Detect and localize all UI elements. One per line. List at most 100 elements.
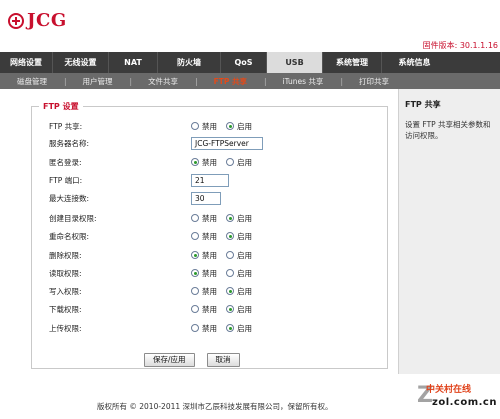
enable-radio[interactable] bbox=[226, 214, 234, 222]
field-label: 服务器名称: bbox=[49, 138, 90, 148]
enable-radio[interactable] bbox=[226, 324, 234, 332]
nav-item-2[interactable]: NAT bbox=[109, 52, 157, 73]
zol-watermark: Z 中关村在线 zol.com.cn bbox=[417, 379, 498, 415]
radio-group: 禁用 启用 bbox=[191, 213, 261, 224]
subnav-item-5[interactable]: 打印共享 bbox=[359, 76, 389, 87]
disable-radio[interactable] bbox=[191, 158, 199, 166]
form-row: 删除权限: 禁用 启用 bbox=[49, 248, 369, 262]
disable-radio[interactable] bbox=[191, 287, 199, 295]
logo-text: JCG bbox=[27, 10, 67, 31]
fieldset-legend: FTP 设置 bbox=[39, 101, 83, 112]
radio-group: 禁用 启用 bbox=[191, 304, 261, 315]
enable-radio-label: 启用 bbox=[237, 323, 252, 333]
form-row: 下载权限: 禁用 启用 bbox=[49, 302, 369, 316]
watermark-line-2: zol.com.cn bbox=[432, 397, 497, 408]
help-text-line-2: 访问权限。 bbox=[405, 131, 443, 140]
enable-radio-label: 启用 bbox=[237, 268, 252, 278]
disable-radio-label: 禁用 bbox=[202, 231, 217, 241]
help-sidebar: FTP 共享 设置 FTP 共享相关参数和 访问权限。 bbox=[398, 89, 500, 374]
radio-group: 禁用 启用 bbox=[191, 231, 261, 242]
firmware-version: 固件版本: 30.1.1.16 bbox=[422, 41, 498, 50]
disable-radio[interactable] bbox=[191, 122, 199, 130]
field-label: 重命名权限: bbox=[49, 231, 90, 241]
text-input[interactable]: JCG-FTPServer bbox=[191, 136, 263, 150]
disable-radio-label: 禁用 bbox=[202, 213, 217, 223]
form-row: 服务器名称: JCG-FTPServer bbox=[49, 136, 369, 150]
ftp-settings-fieldset: FTP 设置 保存/应用 取消 FTP 共享: 禁用 启用 服务器名称: JCG-FTP… bbox=[31, 101, 388, 369]
field-label: 上传权限: bbox=[49, 323, 82, 333]
enable-radio-label: 启用 bbox=[237, 121, 252, 131]
nav-item-1[interactable]: 无线设置 bbox=[53, 52, 108, 73]
header: JCG 固件版本: 30.1.1.16 bbox=[0, 0, 500, 52]
form-row: 写入权限: 禁用 启用 bbox=[49, 284, 369, 298]
field-label: 创建目录权限: bbox=[49, 213, 97, 223]
disable-radio-label: 禁用 bbox=[202, 286, 217, 296]
radio-group: 禁用 启用 bbox=[191, 323, 261, 334]
field-label: 下载权限: bbox=[49, 304, 82, 314]
disable-radio-label: 禁用 bbox=[202, 157, 217, 167]
form-row: FTP 共享: 禁用 启用 bbox=[49, 119, 369, 133]
subnav-separator: | bbox=[263, 76, 267, 86]
enable-radio[interactable] bbox=[226, 122, 234, 130]
enable-radio[interactable] bbox=[226, 287, 234, 295]
disable-radio[interactable] bbox=[191, 232, 199, 240]
field-label: 最大连接数: bbox=[49, 193, 90, 203]
nav-item-6[interactable]: 系统管理 bbox=[323, 52, 381, 73]
nav-item-3[interactable]: 防火墙 bbox=[158, 52, 220, 73]
form-buttons: 保存/应用 取消 bbox=[144, 353, 252, 367]
form-row: 读取权限: 禁用 启用 bbox=[49, 266, 369, 280]
enable-radio[interactable] bbox=[226, 232, 234, 240]
subnav-item-2[interactable]: 文件共享 bbox=[148, 76, 178, 87]
radio-group: 禁用 启用 bbox=[191, 157, 261, 168]
radio-group: 禁用 启用 bbox=[191, 268, 261, 279]
nav-item-7[interactable]: 系统信息 bbox=[382, 52, 447, 73]
disable-radio[interactable] bbox=[191, 251, 199, 259]
disable-radio-label: 禁用 bbox=[202, 121, 217, 131]
main-content: FTP 设置 保存/应用 取消 FTP 共享: 禁用 启用 服务器名称: JCG-FTP… bbox=[0, 89, 398, 374]
subnav-item-3[interactable]: FTP 共享 bbox=[214, 76, 247, 87]
help-title: FTP 共享 bbox=[405, 100, 441, 109]
form-row: 重命名权限: 禁用 启用 bbox=[49, 229, 369, 243]
disable-radio-label: 禁用 bbox=[202, 268, 217, 278]
subnav-separator: | bbox=[195, 76, 198, 86]
disable-radio[interactable] bbox=[191, 324, 199, 332]
subnav-item-4[interactable]: iTunes 共享 bbox=[282, 76, 323, 87]
jcg-logo: JCG bbox=[8, 10, 67, 31]
radio-group: 禁用 启用 bbox=[191, 286, 261, 297]
text-input[interactable]: 30 bbox=[191, 191, 221, 205]
cancel-button[interactable]: 取消 bbox=[206, 353, 240, 367]
radio-group: 禁用 启用 bbox=[191, 121, 261, 132]
subnav-item-0[interactable]: 磁盘管理 bbox=[17, 76, 47, 87]
subnav-item-1[interactable]: 用户管理 bbox=[83, 76, 113, 87]
field-label: FTP 端口: bbox=[49, 175, 83, 185]
enable-radio[interactable] bbox=[226, 158, 234, 166]
subnav-separator: | bbox=[64, 76, 67, 86]
nav-item-4[interactable]: QoS bbox=[221, 52, 266, 73]
enable-radio[interactable] bbox=[226, 305, 234, 313]
disable-radio[interactable] bbox=[191, 269, 199, 277]
form-row: 匿名登录: 禁用 启用 bbox=[49, 155, 369, 169]
enable-radio-label: 启用 bbox=[237, 213, 252, 223]
copyright-text: 版权所有 © 2010-2011 深圳市乙辰科技发展有限公司，保留所有权。 bbox=[97, 402, 333, 411]
nav-item-5[interactable]: USB bbox=[267, 52, 322, 73]
field-label: FTP 共享: bbox=[49, 121, 83, 131]
enable-radio[interactable] bbox=[226, 251, 234, 259]
form-row: FTP 端口: 21 bbox=[49, 173, 369, 187]
field-label: 写入权限: bbox=[49, 286, 82, 296]
enable-radio[interactable] bbox=[226, 269, 234, 277]
field-label: 删除权限: bbox=[49, 250, 82, 260]
disable-radio[interactable] bbox=[191, 214, 199, 222]
nav-item-0[interactable]: 网络设置 bbox=[0, 52, 52, 73]
field-label: 读取权限: bbox=[49, 268, 82, 278]
enable-radio-label: 启用 bbox=[237, 231, 252, 241]
save-apply-button[interactable]: 保存/应用 bbox=[144, 353, 195, 367]
text-input[interactable]: 21 bbox=[191, 173, 229, 187]
sub-nav: 磁盘管理 | 用户管理 | 文件共享 | FTP 共享 | iTunes 共享 | 打印共享 bbox=[0, 73, 500, 89]
disable-radio[interactable] bbox=[191, 305, 199, 313]
watermark-line-1: 中关村在线 bbox=[426, 385, 472, 395]
radio-group: 禁用 启用 bbox=[191, 250, 261, 261]
subnav-separator: | bbox=[129, 76, 133, 86]
logo-cross-icon bbox=[8, 12, 24, 29]
help-text-line-1: 设置 FTP 共享相关参数和 bbox=[405, 120, 491, 129]
enable-radio-label: 启用 bbox=[237, 250, 252, 260]
